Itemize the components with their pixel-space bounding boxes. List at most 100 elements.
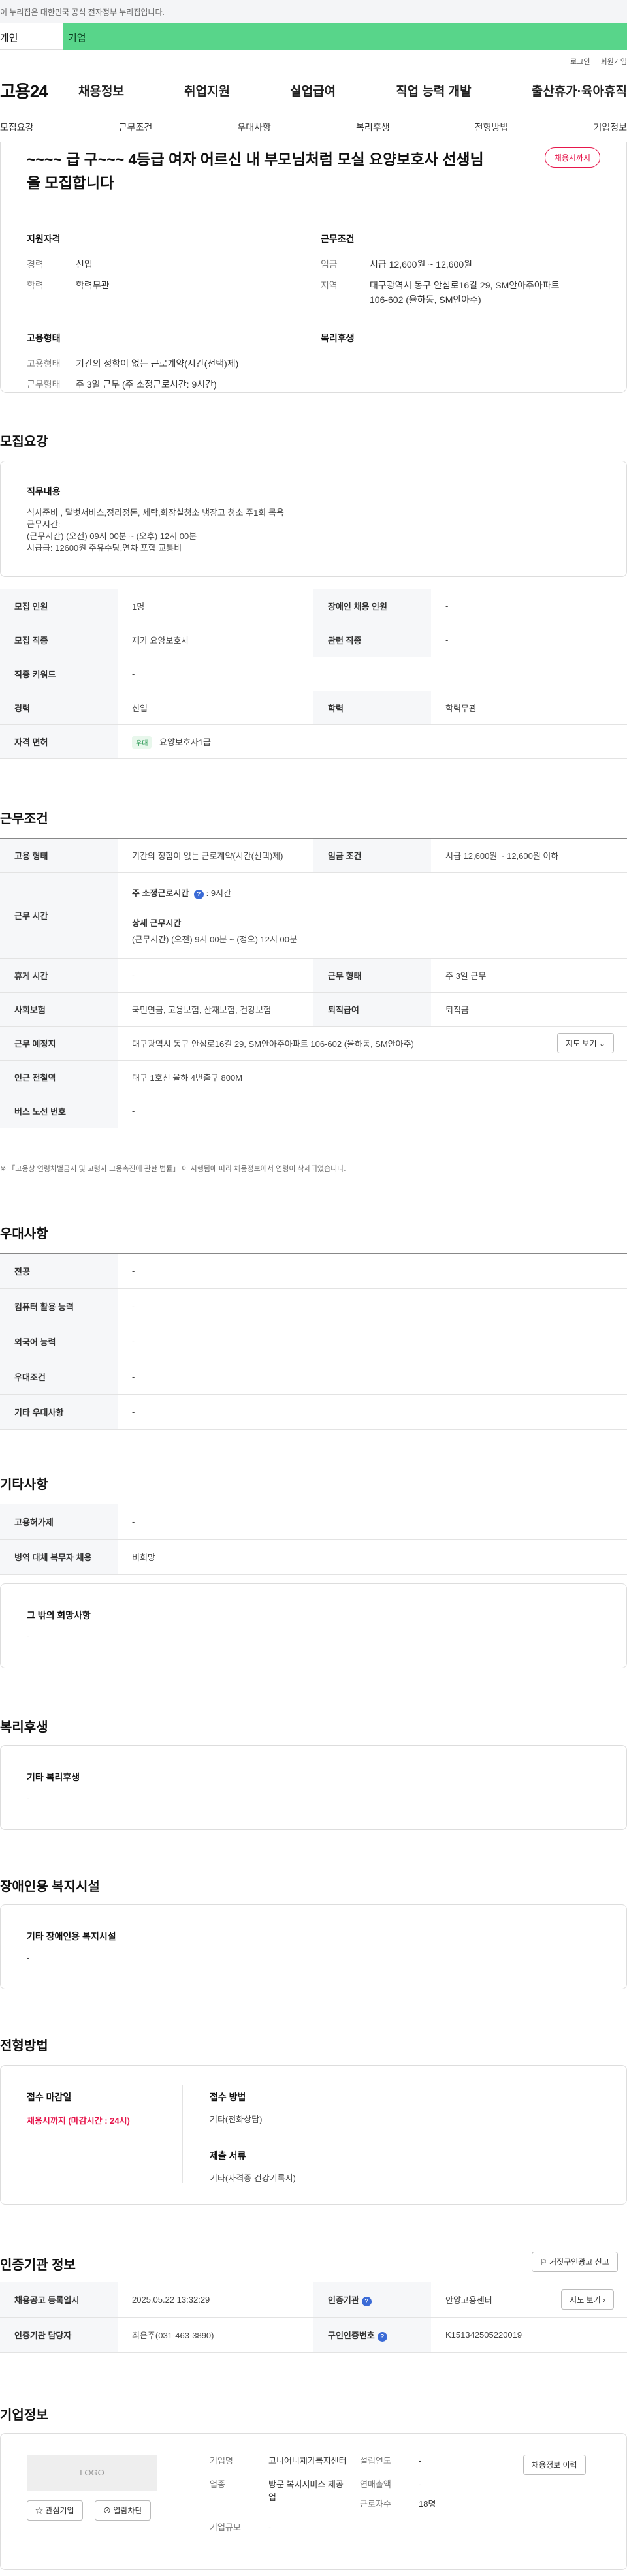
gnb-item-jobs[interactable]: 채용정보 bbox=[78, 82, 124, 99]
headcount-value: 1명 bbox=[118, 589, 314, 623]
map-view-button[interactable]: 지도 보기 ⌄ bbox=[557, 1033, 614, 1053]
hope-title: 그 밖의 희망사항 bbox=[27, 1610, 91, 1621]
welfare-summary-block: 복리후생 bbox=[321, 332, 615, 398]
work-wage-value: 시급 12,600원 ~ 12,600원 이하 bbox=[431, 838, 627, 873]
work-form-label: 근무 형태 bbox=[314, 958, 431, 993]
report-fake-ad-button[interactable]: ⚐ 거짓구인광고 신고 bbox=[532, 2252, 618, 2272]
subnav-item-work[interactable]: 근무조건 bbox=[119, 121, 153, 134]
work-days-value: 주 3일 근무 (주 소정근로시간: 9시간) bbox=[76, 379, 217, 390]
info-icon[interactable]: ? bbox=[377, 2331, 387, 2342]
job-summary-card: ~~~~ 급 구~~~ 4등급 여자 어르신 내 부모님처럼 모실 요양보호사 … bbox=[0, 142, 627, 393]
welfare-box-value: - bbox=[27, 1793, 30, 1803]
work-type-label: 고용 형태 bbox=[0, 838, 118, 873]
etc-table: 고용허가제 - 병역 대체 복무자 채용 비희망 bbox=[0, 1504, 627, 1575]
recruit-career-label: 경력 bbox=[0, 691, 118, 725]
table-row: 모집 인원 1명 장애인 채용 인원 - bbox=[0, 589, 627, 623]
agency-table: 채용공고 등록일시 2025.05.22 13:32:29 인증기관? 안양고용… bbox=[0, 2282, 627, 2353]
tab-person[interactable]: 개인 bbox=[0, 23, 63, 50]
employment-type-label: 고용형태 bbox=[27, 358, 61, 369]
gov-banner-text: 이 누리집은 대한민국 공식 전자정부 누리집입니다. bbox=[0, 8, 165, 17]
computer-skill-value: - bbox=[118, 1288, 627, 1324]
duty-title: 직무내용 bbox=[27, 486, 61, 497]
employees-value: 18명 bbox=[419, 2499, 436, 2509]
gnb-item-unemployment-benefit[interactable]: 실업급여 bbox=[290, 82, 336, 99]
table-row: 자격 면허 우대 요양보호사1급 bbox=[0, 724, 627, 759]
rest-value: - bbox=[118, 958, 314, 993]
detail-hours-value: (근무시간) (오전) 9시 00분 ~ (정오) 12시 00분 bbox=[132, 934, 297, 944]
rest-label: 휴게 시간 bbox=[0, 958, 118, 993]
info-icon[interactable]: ? bbox=[361, 2296, 372, 2306]
preference-table: 전공 - 컴퓨터 활용 능력 - 외국어 능력 - 우대조건 - 기타 우대사항… bbox=[0, 1253, 627, 1430]
insurance-value: 국민연금, 고용보험, 산재보험, 건강보험 bbox=[118, 992, 314, 1027]
subnav-item-recruit[interactable]: 모집요강 bbox=[0, 121, 34, 134]
hope-value: - bbox=[27, 1632, 30, 1641]
disabled-facility-box: 기타 장애인용 복지시설 - bbox=[0, 1904, 627, 1989]
star-icon: ☆ bbox=[35, 2506, 44, 2515]
user-type-tabs: 개인 기업 bbox=[0, 23, 627, 50]
work-form-value: 주 3일 근무 bbox=[431, 958, 627, 993]
docs-value: 기타(자격증 건강기록지) bbox=[210, 2173, 296, 2183]
hiring-history-button[interactable]: 채용정보 이력 bbox=[523, 2455, 586, 2475]
wage-row: 임금 시급 12,600원 ~ 12,600원 bbox=[321, 257, 615, 272]
major-value: - bbox=[118, 1253, 627, 1289]
subnav-item-welfare[interactable]: 복리후생 bbox=[356, 121, 390, 134]
work-days-row: 근무형태 주 3일 근무 (주 소정근로시간: 9시간) bbox=[27, 377, 321, 392]
table-row: 전공 - bbox=[0, 1253, 627, 1289]
gnb-item-job-training[interactable]: 직업 능력 개발 bbox=[396, 82, 471, 99]
table-row: 휴게 시간 - 근무 형태 주 3일 근무 bbox=[0, 958, 627, 993]
table-row: 모집 직종 재가 요양보호사 관련 직종 - bbox=[0, 623, 627, 657]
table-row: 인증기관 담당자 최은주(031-463-3890) 구인인증번호? K1513… bbox=[0, 2317, 627, 2353]
weekly-hours-label: 주 소정근로시간 bbox=[132, 888, 189, 898]
company-section-title: 기업정보 bbox=[0, 2408, 48, 2423]
work-hours-label: 근무 시간 bbox=[0, 872, 118, 959]
other-preference-value: - bbox=[118, 1394, 627, 1430]
gnb-item-employment-support[interactable]: 취업지원 bbox=[184, 82, 230, 99]
section-nav: 모집요강 근무조건 우대사항 복리후생 전형방법 기업정보 bbox=[0, 112, 627, 142]
tab-company[interactable]: 기업 bbox=[63, 23, 627, 50]
table-row: 근무 시간 주 소정근로시간 ? : 9시간 상세 근무시간 (근무시간) (오… bbox=[0, 872, 627, 959]
login-link[interactable]: 로그인 bbox=[570, 56, 590, 69]
employment-type-value: 기간의 정함이 없는 근로계약(시간(선택)제) bbox=[76, 358, 239, 369]
employment-block: 고용형태 고용형태 기간의 정함이 없는 근로계약(시간(선택)제) 근무형태 … bbox=[27, 332, 321, 398]
signup-link[interactable]: 회원가입 bbox=[601, 56, 627, 69]
agency-map-button[interactable]: 지도 보기 › bbox=[561, 2289, 614, 2310]
weekly-hours-line: 주 소정근로시간 ? : 9시간 bbox=[132, 886, 627, 899]
block-view-button[interactable]: ⊘ 열람차단 bbox=[95, 2500, 151, 2521]
subnav-item-company[interactable]: 기업정보 bbox=[593, 121, 627, 134]
education-label: 학력 bbox=[27, 280, 44, 290]
work-section-title: 근무조건 bbox=[0, 812, 48, 826]
education-row: 학력 학력무관 bbox=[27, 278, 321, 292]
job-label: 모집 직종 bbox=[0, 623, 118, 657]
site-logo[interactable]: 고용24 bbox=[0, 78, 78, 102]
preferred-condition-label: 우대조건 bbox=[0, 1359, 118, 1395]
deadline-value: 채용시까지 (마감시간 : 24시) bbox=[27, 2116, 130, 2126]
keyword-value: - bbox=[118, 657, 627, 691]
gnb-item-parental-leave[interactable]: 출산휴가·육아휴직 bbox=[532, 82, 627, 99]
duty-box: 직무내용 식사준비 , 말벗서비스,정리정돈, 세탁,화장실청소 냉장고 청소 … bbox=[0, 461, 627, 577]
etc-section-title: 기타사항 bbox=[0, 1478, 48, 1492]
method-block: 접수 방법 기타(전화상담) 제출 서류 기타(자격증 건강기록지) bbox=[210, 2090, 296, 2184]
table-row: 고용 형태 기간의 정함이 없는 근로계약(시간(선택)제) 임금 조건 시급 … bbox=[0, 838, 627, 873]
subnav-item-preference[interactable]: 우대사항 bbox=[237, 121, 271, 134]
recruit-edu-value: 학력무관 bbox=[431, 691, 627, 725]
age-law-note: ※ 「고용상 연령차별금지 및 고령자 고용촉진에 관한 법률」 이 시행됨에 … bbox=[0, 1165, 346, 1173]
info-icon[interactable]: ? bbox=[193, 889, 204, 899]
military-value: 비희망 bbox=[118, 1539, 627, 1575]
company-logo: LOGO bbox=[27, 2455, 157, 2491]
favorite-company-button[interactable]: ☆ 관심기업 bbox=[27, 2500, 83, 2521]
table-row: 근무 예정지 대구광역시 동구 안심로16길 29, SM안아주아파트 106-… bbox=[0, 1026, 627, 1061]
recruit-table: 모집 인원 1명 장애인 채용 인원 - 모집 직종 재가 요양보호사 관련 직… bbox=[0, 589, 627, 759]
employees-label: 근로자수 bbox=[360, 2499, 391, 2509]
work-place-cell: 대구광역시 동구 안심로16길 29, SM안아주아파트 106-602 (율하… bbox=[118, 1026, 627, 1061]
employment-heading: 고용형태 bbox=[27, 333, 61, 343]
manager-value: 최은주(031-463-3890) bbox=[118, 2317, 314, 2353]
qualification-block: 지원자격 경력 신입 학력 학력무관 bbox=[27, 232, 321, 313]
subnav-item-selection[interactable]: 전형방법 bbox=[475, 121, 509, 134]
region-value: 대구광역시 동구 안심로16길 29, SM안아주아파트 106-602 (율하… bbox=[370, 280, 560, 305]
company-size-row: 기업규모 - bbox=[210, 2521, 471, 2534]
company-details: 기업명 고니어니재가복지센터 설립연도 - 업종 방문 복지서비스 제공업 연매… bbox=[210, 2455, 471, 2534]
table-row: 우대조건 - bbox=[0, 1359, 627, 1395]
table-row: 인근 전철역 대구 1호선 율하 4번출구 800M bbox=[0, 1060, 627, 1094]
career-value: 신입 bbox=[76, 259, 93, 270]
wage-label: 임금 bbox=[321, 259, 338, 270]
